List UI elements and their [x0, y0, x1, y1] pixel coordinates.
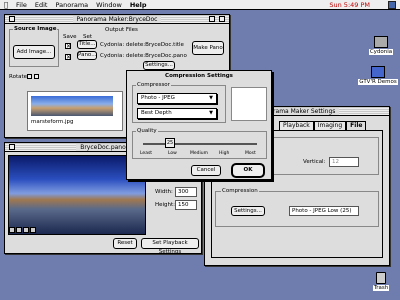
menu-panorama[interactable]: Panorama: [51, 1, 92, 9]
depth-value: Best Depth: [141, 110, 172, 116]
quality-tick-medium: Medium: [190, 151, 208, 156]
reset-button[interactable]: Reset: [113, 238, 137, 249]
collapse-box-icon[interactable]: [219, 16, 225, 22]
zoom-in-icon[interactable]: [9, 227, 15, 233]
title-file-button[interactable]: Title...: [77, 40, 97, 49]
add-image-button[interactable]: Add Image...: [13, 45, 55, 59]
tab-playback[interactable]: Playback: [279, 121, 314, 130]
menu-window[interactable]: Window: [92, 1, 126, 9]
source-image-title: Source Image: [13, 26, 58, 32]
compression-settings-dialog: Compression Settings Compressor Photo - …: [126, 70, 272, 180]
preview-controls: [9, 227, 36, 233]
quality-tick-low: Low: [168, 151, 177, 156]
menu-help[interactable]: Help: [126, 1, 151, 9]
desktop-icon-label: Cydonia: [368, 49, 394, 55]
ok-button[interactable]: OK: [231, 163, 265, 178]
quality-label: Quality: [136, 128, 158, 134]
cancel-button[interactable]: Cancel: [191, 165, 221, 176]
quality-slider-track[interactable]: [143, 143, 257, 145]
vertical-field[interactable]: 12: [329, 157, 359, 167]
pano-file-path: Cydonia: delete:BryceDoc.pano: [100, 53, 187, 59]
output-settings-button[interactable]: Settings...: [143, 61, 175, 70]
tab-file[interactable]: File: [346, 121, 367, 130]
save-pano-checkbox[interactable]: ✕: [65, 54, 71, 61]
compressor-label: Compressor: [136, 82, 171, 88]
make-pano-button[interactable]: Make Pano: [192, 41, 224, 55]
hotspot-icon[interactable]: [23, 227, 29, 233]
compression-label: Compression: [221, 188, 259, 194]
menu-file[interactable]: File: [12, 1, 31, 9]
save-title-checkbox[interactable]: ✕: [65, 43, 71, 50]
vertical-label: Vertical:: [303, 159, 326, 165]
desktop-icon-label: GTV'R Demos: [358, 79, 398, 85]
compressor-popup[interactable]: Photo - JPEG ▼: [137, 93, 217, 104]
main-window-titlebar[interactable]: Panorama Maker:BryceDoc: [5, 15, 229, 24]
source-thumbnail-image[interactable]: [31, 96, 113, 116]
compression-value-field: Photo - JPEG Low (25): [289, 206, 359, 216]
desktop-icon-trash[interactable]: Trash: [366, 272, 396, 291]
quality-slider-thumb[interactable]: 25: [165, 138, 175, 148]
output-files-title: Output Files: [105, 27, 138, 33]
rotate-right-icon[interactable]: [34, 74, 39, 79]
desktop-icon-label: Trash: [372, 285, 390, 291]
thumbnail-filename: marsteform.jpg: [31, 119, 74, 125]
trash-icon: [376, 272, 386, 284]
desktop-icon-cydonia[interactable]: Cydonia: [364, 36, 398, 55]
height-field[interactable]: 150: [175, 200, 197, 210]
set-playback-settings-button[interactable]: Set Playback Settings: [141, 238, 199, 255]
compression-preview-box: [231, 87, 267, 121]
quality-tick-most: Most: [245, 151, 256, 156]
settings-tabs: Playback Imaging File: [279, 121, 367, 130]
title-file-path: Cydonia: delete:BryceDoc.title: [100, 42, 184, 48]
preview-window-title: BryceDoc.pano: [76, 144, 130, 151]
close-box-icon[interactable]: [9, 16, 15, 22]
quality-tick-high: High: [219, 151, 230, 156]
width-field[interactable]: 300: [175, 187, 197, 197]
compression-settings-button[interactable]: Settings...: [231, 206, 265, 216]
height-label: Height:: [155, 202, 176, 208]
main-window-title: Panorama Maker:BryceDoc: [72, 16, 162, 23]
zoom-out-icon[interactable]: [16, 227, 22, 233]
pano-file-button[interactable]: Pano...: [77, 51, 97, 60]
rotate-label: Rotate:: [9, 74, 29, 80]
depth-popup[interactable]: Best Depth ▼: [137, 108, 217, 119]
dialog-title: Compression Settings: [165, 73, 233, 79]
source-thumbnail-frame: marsteform.jpg: [27, 91, 123, 131]
popup-arrow-icon: ▼: [209, 110, 213, 116]
menu-edit[interactable]: Edit: [31, 1, 52, 9]
quality-tick-least: Least: [140, 151, 153, 156]
tab-imaging[interactable]: Imaging: [313, 121, 347, 130]
width-label: Width:: [155, 189, 173, 195]
popup-arrow-icon: ▼: [209, 95, 213, 101]
menubar-clock: Sun 5:49 PM: [329, 0, 370, 9]
zoom-box-icon[interactable]: [209, 16, 215, 22]
show-hotspots-icon[interactable]: [30, 227, 36, 233]
application-menu-icon[interactable]: [388, 1, 396, 9]
apple-menu-icon[interactable]: : [0, 1, 12, 9]
compressor-value: Photo - JPEG: [141, 95, 175, 101]
close-box-icon[interactable]: [9, 144, 15, 150]
folder-icon: [371, 66, 385, 78]
rotate-left-icon[interactable]: [27, 74, 32, 79]
disk-icon: [374, 36, 388, 48]
desktop-icon-gtvr-demos[interactable]: GTV'R Demos: [358, 66, 398, 85]
menu-bar:  File Edit Panorama Window Help Sun 5:4…: [0, 0, 400, 10]
save-column-header: Save: [63, 34, 77, 40]
